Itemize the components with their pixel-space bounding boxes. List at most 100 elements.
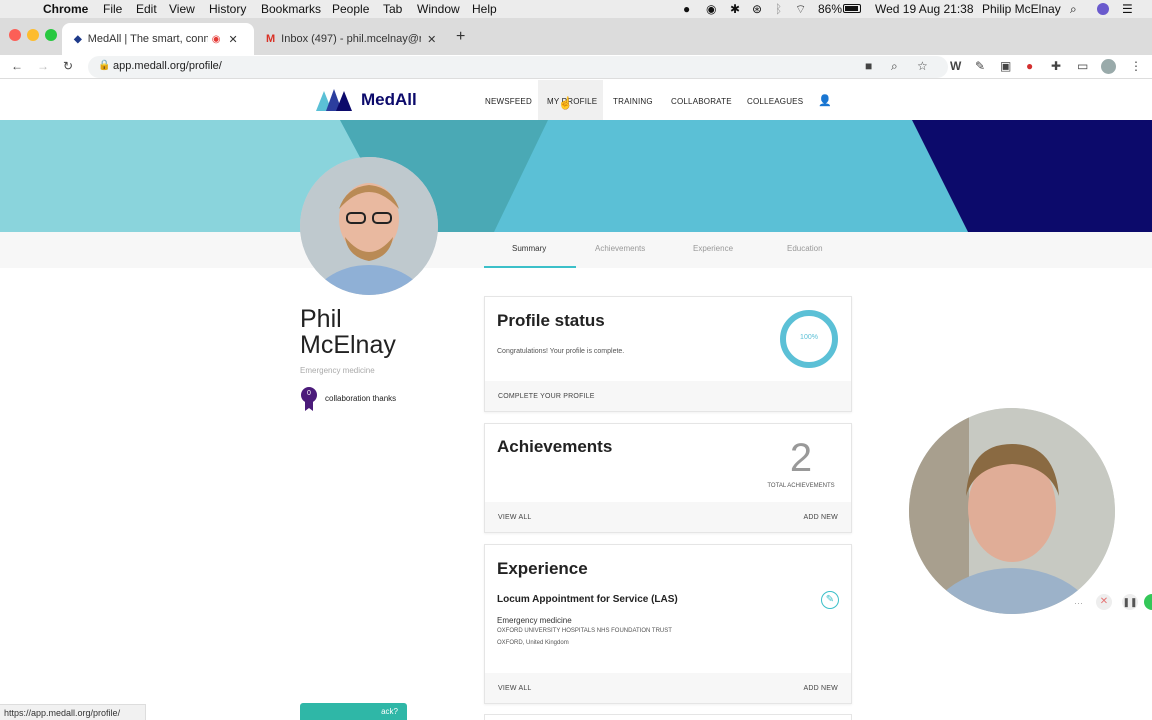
tab-medall[interactable]: ◆ MedAll | The smart, connec ◉ ✕ bbox=[62, 23, 254, 55]
window-minimize-icon[interactable] bbox=[27, 29, 39, 41]
battery-icon[interactable] bbox=[843, 4, 861, 13]
site-header: MedAll NEWSFEED MY PROFILE TRAINING COLL… bbox=[0, 80, 1152, 120]
menu-people[interactable]: People bbox=[332, 2, 369, 16]
menu-file[interactable]: File bbox=[103, 2, 122, 16]
screenshot-extension-icon[interactable]: ▣ bbox=[1000, 60, 1011, 72]
next-card-edge bbox=[484, 714, 852, 720]
more-menu-icon[interactable]: ⋮ bbox=[1130, 60, 1142, 72]
extension-tray-icon[interactable]: ✱ bbox=[730, 2, 740, 16]
menu-edit[interactable]: Edit bbox=[136, 2, 157, 16]
bookmark-star-icon[interactable]: ☆ bbox=[917, 60, 928, 72]
back-icon[interactable]: ← bbox=[11, 60, 23, 72]
account-icon[interactable]: 👤 bbox=[818, 94, 832, 107]
progress-percent: 100% bbox=[800, 334, 818, 341]
nav-collaborate[interactable]: COLLABORATE bbox=[671, 97, 732, 106]
tab-experience[interactable]: Experience bbox=[693, 244, 733, 253]
active-tab-underline bbox=[484, 266, 576, 268]
browser-status-bar: https://app.medall.org/profile/ bbox=[0, 704, 146, 720]
tab-close-icon[interactable]: ✕ bbox=[228, 33, 237, 46]
menu-app-name[interactable]: Chrome bbox=[43, 2, 88, 16]
lock-icon[interactable]: 🔒 bbox=[98, 60, 110, 71]
ribbon-badge-icon: 0 bbox=[301, 387, 317, 411]
card-title: Achievements bbox=[497, 437, 613, 456]
recording-pause-icon[interactable]: ❚❚ bbox=[1122, 594, 1138, 610]
tab-education[interactable]: Education bbox=[787, 244, 823, 253]
webcam-more-icon[interactable]: ⋯ bbox=[1074, 598, 1083, 609]
wifi-icon[interactable]: ⌔ bbox=[795, 2, 806, 17]
sync-icon[interactable]: ⊛ bbox=[752, 2, 762, 16]
complete-profile-link[interactable]: COMPLETE YOUR PROFILE bbox=[498, 393, 595, 400]
url-text[interactable]: app.medall.org/profile/ bbox=[113, 60, 222, 72]
menu-bookmarks[interactable]: Bookmarks bbox=[261, 2, 321, 16]
profile-status-card: Profile status Congratulations! Your pro… bbox=[484, 296, 852, 412]
view-all-link[interactable]: VIEW ALL bbox=[498, 514, 532, 521]
forward-icon[interactable]: → bbox=[37, 60, 49, 72]
experience-role: Locum Appointment for Service (LAS) bbox=[497, 594, 678, 605]
edit-pencil-icon[interactable]: ✎ bbox=[821, 591, 839, 609]
record-icon[interactable]: ◉ bbox=[706, 2, 716, 16]
profile-banner bbox=[0, 120, 1152, 232]
cast-icon[interactable]: ▭ bbox=[1077, 60, 1088, 72]
nav-newsfeed[interactable]: NEWSFEED bbox=[485, 97, 532, 106]
tab-close-icon[interactable]: ✕ bbox=[427, 33, 436, 46]
menu-view[interactable]: View bbox=[169, 2, 195, 16]
zoom-icon[interactable]: ⌕ bbox=[891, 60, 898, 72]
clock[interactable]: Wed 19 Aug 21:38 bbox=[875, 2, 974, 16]
experience-specialty: Emergency medicine bbox=[497, 616, 572, 625]
record-extension-icon[interactable]: ● bbox=[1026, 60, 1033, 72]
microphone-icon[interactable]: ● bbox=[683, 2, 690, 16]
profile-avatar-icon[interactable] bbox=[1101, 59, 1116, 74]
reload-icon[interactable]: ↻ bbox=[63, 60, 73, 72]
battery-percent[interactable]: 86% bbox=[818, 2, 842, 16]
tab-achievements[interactable]: Achievements bbox=[595, 244, 645, 253]
experience-location: OXFORD, United Kingdom bbox=[497, 640, 569, 646]
medall-logo-icon[interactable] bbox=[316, 87, 352, 111]
profile-avatar[interactable] bbox=[300, 157, 438, 295]
badge-count: 0 bbox=[307, 390, 311, 397]
tab-summary[interactable]: Summary bbox=[512, 244, 546, 253]
recording-tab[interactable] bbox=[1144, 594, 1152, 610]
menu-history[interactable]: History bbox=[209, 2, 246, 16]
tab-gmail[interactable]: M Inbox (497) - phil.mcelnay@m ✕ bbox=[254, 23, 444, 55]
new-tab-icon[interactable]: + bbox=[456, 28, 465, 46]
tab-title: Inbox (497) - phil.mcelnay@m bbox=[281, 33, 422, 45]
menu-window[interactable]: Window bbox=[417, 2, 460, 16]
view-all-link[interactable]: VIEW ALL bbox=[498, 685, 532, 692]
gmail-favicon-icon: M bbox=[266, 33, 276, 45]
bluetooth-icon[interactable]: ᛒ bbox=[775, 2, 782, 16]
card-footer: VIEW ALL ADD NEW bbox=[485, 502, 851, 532]
specialty: Emergency medicine bbox=[300, 366, 375, 375]
achievements-card: Achievements 2 TOTAL ACHIEVEMENTS VIEW A… bbox=[484, 423, 852, 533]
wordpress-extension-icon[interactable]: W bbox=[950, 60, 961, 72]
address-bar[interactable]: 🔒 app.medall.org/profile/ ■ ⌕ ☆ bbox=[88, 56, 948, 78]
spotlight-icon[interactable]: ⌕ bbox=[1070, 2, 1077, 17]
progress-ring: 100% bbox=[779, 309, 839, 369]
menu-tab[interactable]: Tab bbox=[383, 2, 402, 16]
window-close-icon[interactable] bbox=[9, 29, 21, 41]
extensions-puzzle-icon[interactable]: ✚ bbox=[1051, 60, 1061, 72]
menu-help[interactable]: Help bbox=[472, 2, 497, 16]
camera-icon[interactable]: ■ bbox=[865, 60, 872, 72]
badge-label: collaboration thanks bbox=[325, 394, 397, 403]
siri-icon[interactable] bbox=[1097, 3, 1109, 15]
user-name[interactable]: Philip McElnay bbox=[982, 2, 1061, 16]
recording-indicator-icon: ◉ bbox=[211, 33, 221, 45]
card-title: Experience bbox=[497, 559, 588, 578]
add-new-link[interactable]: ADD NEW bbox=[804, 685, 838, 692]
pen-extension-icon[interactable]: ✎ bbox=[975, 60, 985, 72]
card-footer: VIEW ALL ADD NEW bbox=[485, 673, 851, 703]
mouse-cursor-icon: ☝ bbox=[558, 96, 573, 110]
nav-training[interactable]: TRAINING bbox=[613, 97, 653, 106]
feedback-button[interactable]: ack? bbox=[300, 703, 407, 720]
nav-colleagues[interactable]: COLLEAGUES bbox=[747, 97, 803, 106]
window-zoom-icon[interactable] bbox=[45, 29, 57, 41]
webcam-close-icon[interactable]: ✕ bbox=[1096, 594, 1112, 610]
webcam-overlay[interactable] bbox=[909, 408, 1115, 614]
status-message: Congratulations! Your profile is complet… bbox=[497, 348, 625, 355]
feedback-label[interactable]: ack? bbox=[381, 707, 398, 716]
browser-tab-strip: ◆ MedAll | The smart, connec ◉ ✕ M Inbox… bbox=[0, 18, 1152, 55]
notification-center-icon[interactable]: ☰ bbox=[1122, 2, 1133, 16]
add-new-link[interactable]: ADD NEW bbox=[804, 514, 838, 521]
site-logo-text[interactable]: MedAll bbox=[361, 90, 417, 110]
card-footer: COMPLETE YOUR PROFILE bbox=[485, 381, 851, 411]
